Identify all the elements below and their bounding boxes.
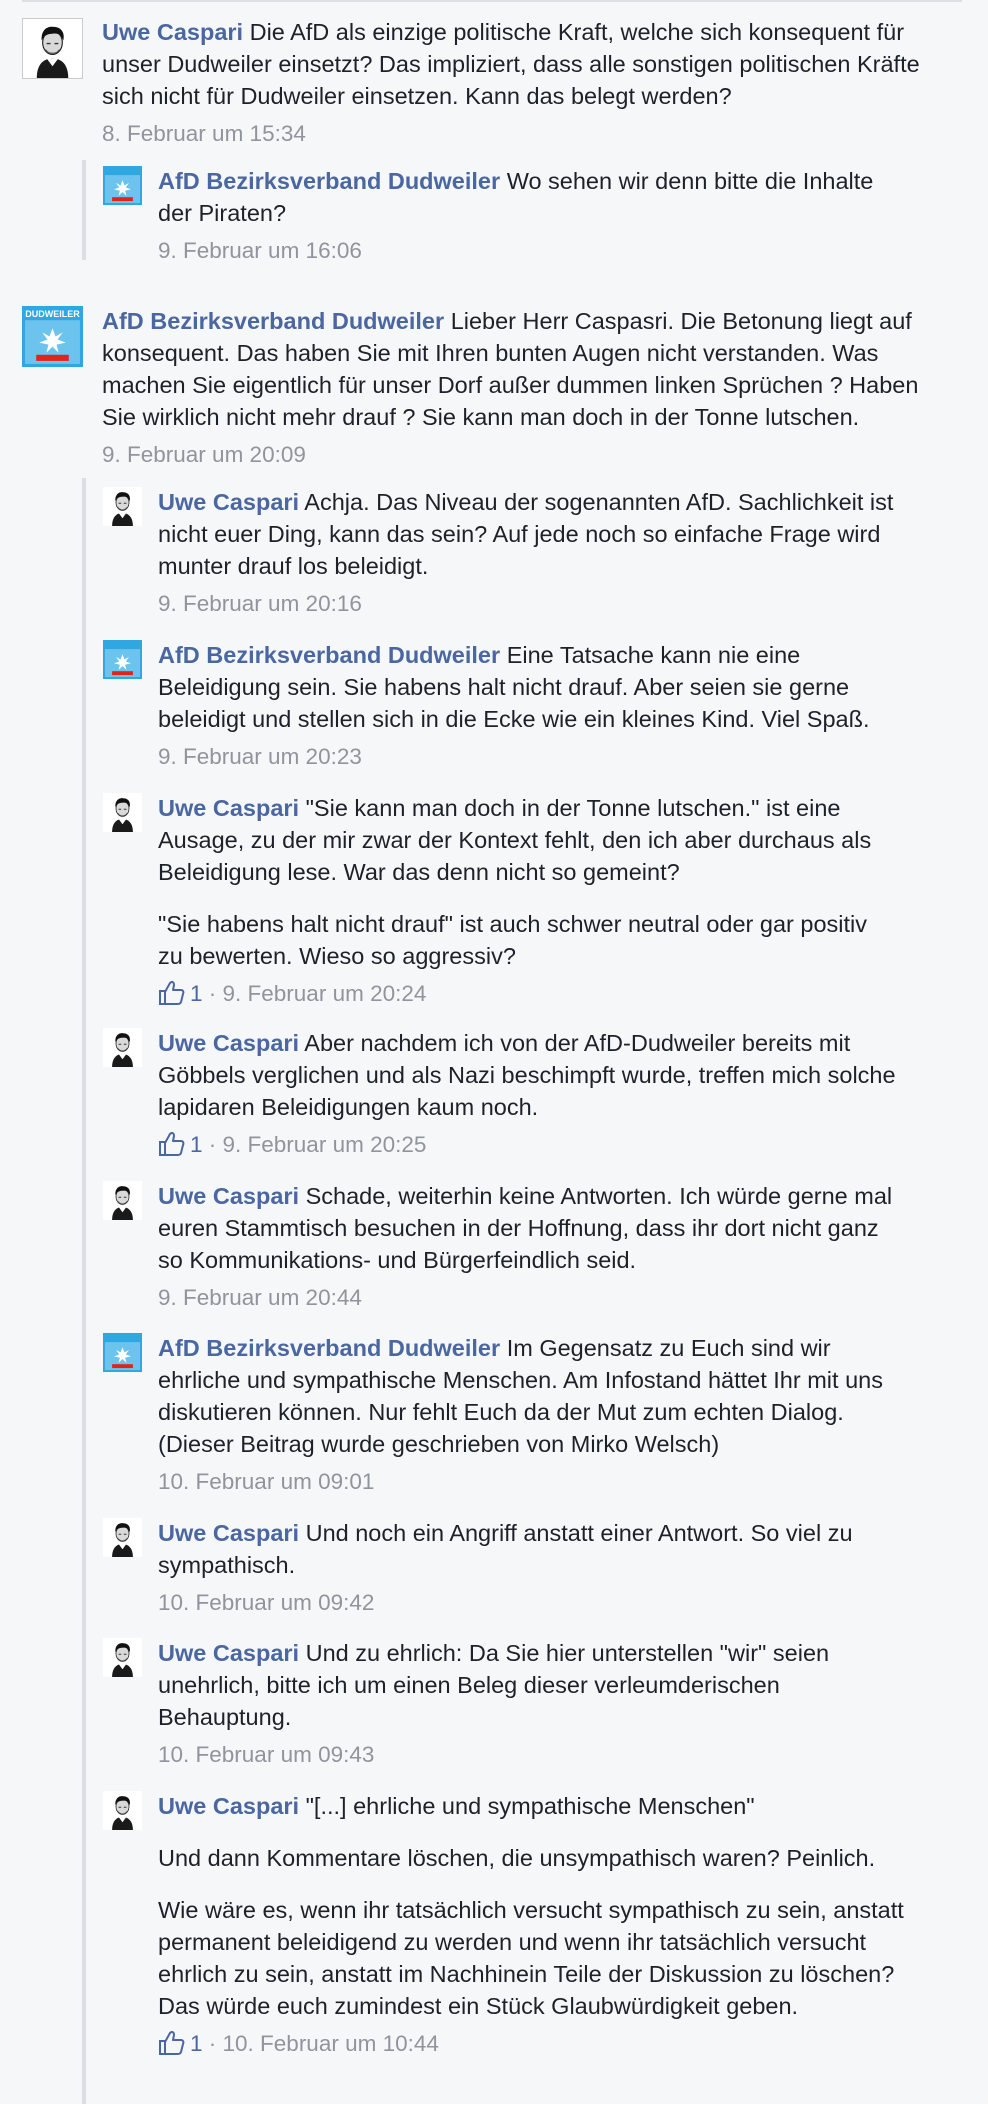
comment-timestamp[interactable]: 9. Februar um 20:16 xyxy=(158,591,362,616)
comment-meta: 9. Februar um 20:09 xyxy=(102,440,942,470)
comment-meta: 8. Februar um 15:34 xyxy=(102,119,942,149)
comment-author[interactable]: Uwe Caspari xyxy=(158,1183,299,1209)
reply-thread-line xyxy=(82,160,86,260)
comment-timestamp[interactable]: 10. Februar um 10:44 xyxy=(223,2031,439,2056)
avatar[interactable] xyxy=(103,487,142,526)
comment-author[interactable]: Uwe Caspari xyxy=(158,1520,299,1546)
comment-text-paragraph: Wie wäre es, wenn ihr tatsächlich versuc… xyxy=(158,1897,904,2019)
comment-meta: 9. Februar um 20:44 xyxy=(158,1283,898,1313)
comment-timestamp[interactable]: 10. Februar um 09:42 xyxy=(158,1590,374,1615)
avatar[interactable]: DUDWEILER xyxy=(22,306,83,367)
comment-timestamp[interactable]: 9. Februar um 20:25 xyxy=(223,1132,427,1157)
comment-author[interactable]: Uwe Caspari xyxy=(102,19,243,45)
thumbs-up-icon[interactable] xyxy=(158,980,186,1006)
person-avatar-icon xyxy=(23,19,82,78)
comment-timestamp[interactable]: 10. Februar um 09:43 xyxy=(158,1742,374,1767)
afd-logo-avatar-icon xyxy=(103,1333,142,1372)
comment-author[interactable]: Uwe Caspari xyxy=(158,795,299,821)
comment-meta: 10. Februar um 09:01 xyxy=(158,1467,918,1497)
thumbs-up-icon[interactable] xyxy=(158,2030,186,2056)
comment-meta: 9. Februar um 20:16 xyxy=(158,589,918,619)
comment-timestamp[interactable]: 9. Februar um 20:23 xyxy=(158,744,362,769)
comment-author[interactable]: Uwe Caspari xyxy=(158,1030,299,1056)
comment-author[interactable]: Uwe Caspari xyxy=(158,489,299,515)
comment-author[interactable]: AfD Bezirksverband Dudweiler xyxy=(158,1335,500,1361)
comment-meta: 9. Februar um 16:06 xyxy=(158,236,898,266)
comment-text-paragraph: "Sie habens halt nicht drauf" ist auch s… xyxy=(158,911,868,969)
comment-timestamp[interactable]: 9. Februar um 20:24 xyxy=(223,981,427,1006)
comment-meta: 10. Februar um 09:42 xyxy=(158,1588,898,1618)
comment-author[interactable]: AfD Bezirksverband Dudweiler xyxy=(102,308,444,334)
like-count[interactable]: 1 xyxy=(190,2031,203,2056)
comment-author[interactable]: AfD Bezirksverband Dudweiler xyxy=(158,642,500,668)
person-avatar-icon xyxy=(103,487,142,526)
reply-thread-line xyxy=(82,478,86,2104)
avatar[interactable] xyxy=(103,1518,142,1557)
avatar[interactable] xyxy=(103,1181,142,1220)
comment-author[interactable]: Uwe Caspari xyxy=(158,1793,299,1819)
person-avatar-icon xyxy=(103,1518,142,1557)
comment-text: "[...] ehrliche und sympathische Mensche… xyxy=(305,1793,755,1819)
comment-meta: 1 · 9. Februar um 20:25 xyxy=(158,1130,898,1160)
person-avatar-icon xyxy=(103,793,142,832)
avatar[interactable] xyxy=(103,1333,142,1372)
avatar[interactable] xyxy=(103,1028,142,1067)
person-avatar-icon xyxy=(103,1791,142,1830)
avatar[interactable] xyxy=(103,1791,142,1830)
comment-meta: 10. Februar um 09:43 xyxy=(158,1740,898,1770)
person-avatar-icon xyxy=(103,1181,142,1220)
like-count[interactable]: 1 xyxy=(190,981,203,1006)
comment-timestamp[interactable]: 9. Februar um 20:44 xyxy=(158,1285,362,1310)
person-avatar-icon xyxy=(103,1028,142,1067)
comment-text-paragraph: Und dann Kommentare löschen, die unsympa… xyxy=(158,1845,876,1871)
top-divider xyxy=(22,0,962,2)
afd-logo-avatar-icon xyxy=(103,640,142,679)
comment-author[interactable]: AfD Bezirksverband Dudweiler xyxy=(158,168,500,194)
avatar[interactable] xyxy=(103,166,142,205)
comment-timestamp[interactable]: 8. Februar um 15:34 xyxy=(102,121,306,146)
comment-timestamp[interactable]: 9. Februar um 16:06 xyxy=(158,238,362,263)
comment-meta: 1 · 10. Februar um 10:44 xyxy=(158,2029,918,2059)
avatar[interactable] xyxy=(103,640,142,679)
avatar-logo-text: DUDWEILER xyxy=(25,309,80,319)
person-avatar-icon xyxy=(103,1638,142,1677)
comment-meta: 9. Februar um 20:23 xyxy=(158,742,918,772)
comment-meta: 1 · 9. Februar um 20:24 xyxy=(158,979,898,1009)
thumbs-up-icon[interactable] xyxy=(158,1131,186,1157)
avatar[interactable] xyxy=(103,793,142,832)
comment-author[interactable]: Uwe Caspari xyxy=(158,1640,299,1666)
afd-logo-avatar-icon xyxy=(103,166,142,205)
comment-timestamp[interactable]: 10. Februar um 09:01 xyxy=(158,1469,374,1494)
avatar[interactable] xyxy=(103,1638,142,1677)
avatar[interactable] xyxy=(22,18,83,79)
like-count[interactable]: 1 xyxy=(190,1132,203,1157)
comment-timestamp[interactable]: 9. Februar um 20:09 xyxy=(102,442,306,467)
